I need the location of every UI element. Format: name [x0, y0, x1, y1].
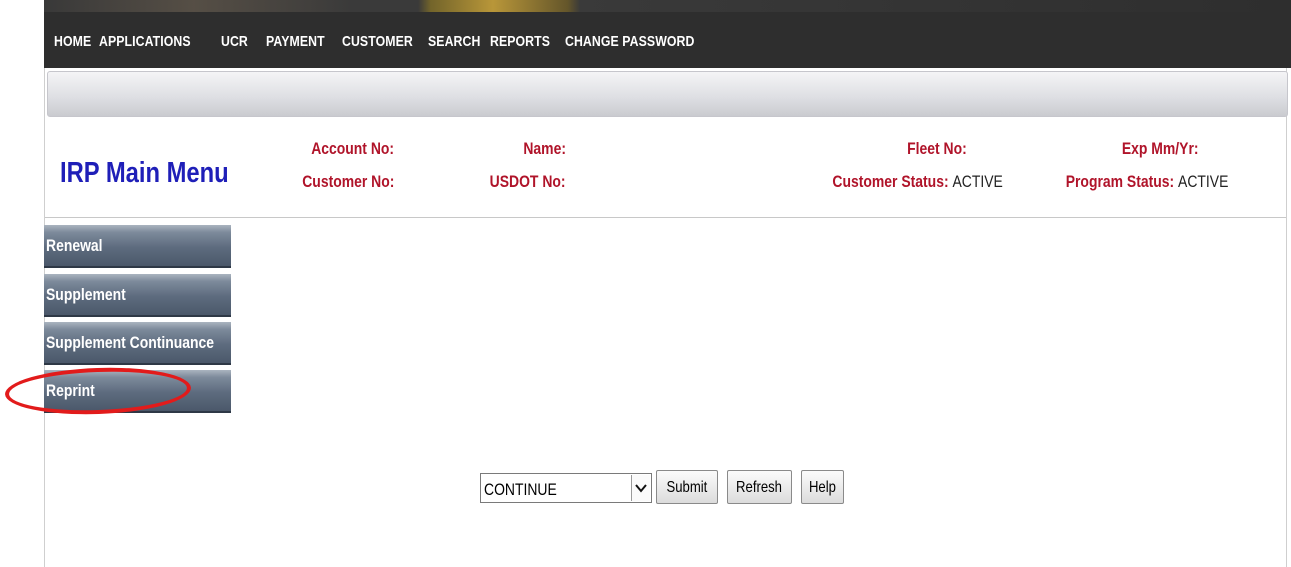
- customer-status: Customer Status: ACTIVE: [795, 172, 1003, 192]
- nav-home[interactable]: HOME: [54, 33, 99, 50]
- chevron-down-icon: [631, 475, 650, 501]
- header-banner-strip: [44, 0, 1291, 12]
- fleet-no-label: Fleet No:: [907, 139, 967, 158]
- refresh-button[interactable]: Refresh: [727, 470, 792, 504]
- main-nav: HOME APPLICATIONS UCR PAYMENT CUSTOMER S…: [54, 31, 705, 51]
- toolbar-band: [47, 71, 1288, 117]
- customer-no-label: Customer No:: [301, 172, 394, 191]
- program-status: Program Status: ACTIVE: [1030, 172, 1228, 192]
- page-title: IRP Main Menu: [60, 157, 229, 189]
- program-status-value: ACTIVE: [1177, 172, 1228, 191]
- name-label: Name:: [523, 139, 566, 158]
- nav-change-password[interactable]: CHANGE PASSWORD: [565, 33, 705, 50]
- menu-renewal[interactable]: Renewal: [44, 225, 231, 268]
- nav-reports[interactable]: REPORTS: [490, 33, 565, 50]
- menu-supplement[interactable]: Supplement: [44, 274, 231, 317]
- nav-payment[interactable]: PAYMENT: [266, 33, 342, 50]
- account-no-label: Account No:: [311, 139, 394, 158]
- exp-label: Exp Mm/Yr:: [1122, 139, 1199, 158]
- submit-button[interactable]: Submit: [656, 470, 718, 504]
- program-status-label: Program Status:: [1065, 172, 1174, 191]
- nav-customer[interactable]: CUSTOMER: [342, 33, 428, 50]
- help-button[interactable]: Help: [801, 470, 844, 504]
- nav-search[interactable]: SEARCH: [428, 33, 490, 50]
- nav-applications[interactable]: APPLICATIONS: [99, 33, 221, 50]
- menu-supplement-continuance[interactable]: Supplement Continuance: [44, 322, 231, 365]
- nav-ucr[interactable]: UCR: [221, 33, 266, 50]
- usdot-no-label: USDOT No:: [490, 172, 566, 191]
- customer-status-value: ACTIVE: [952, 172, 1003, 191]
- top-nav-bar: HOME APPLICATIONS UCR PAYMENT CUSTOMER S…: [44, 0, 1291, 68]
- action-select[interactable]: CONTINUE: [480, 473, 652, 503]
- customer-status-label: Customer Status:: [832, 172, 949, 191]
- account-info-bar: IRP Main Menu Account No: Customer No: N…: [45, 117, 1286, 218]
